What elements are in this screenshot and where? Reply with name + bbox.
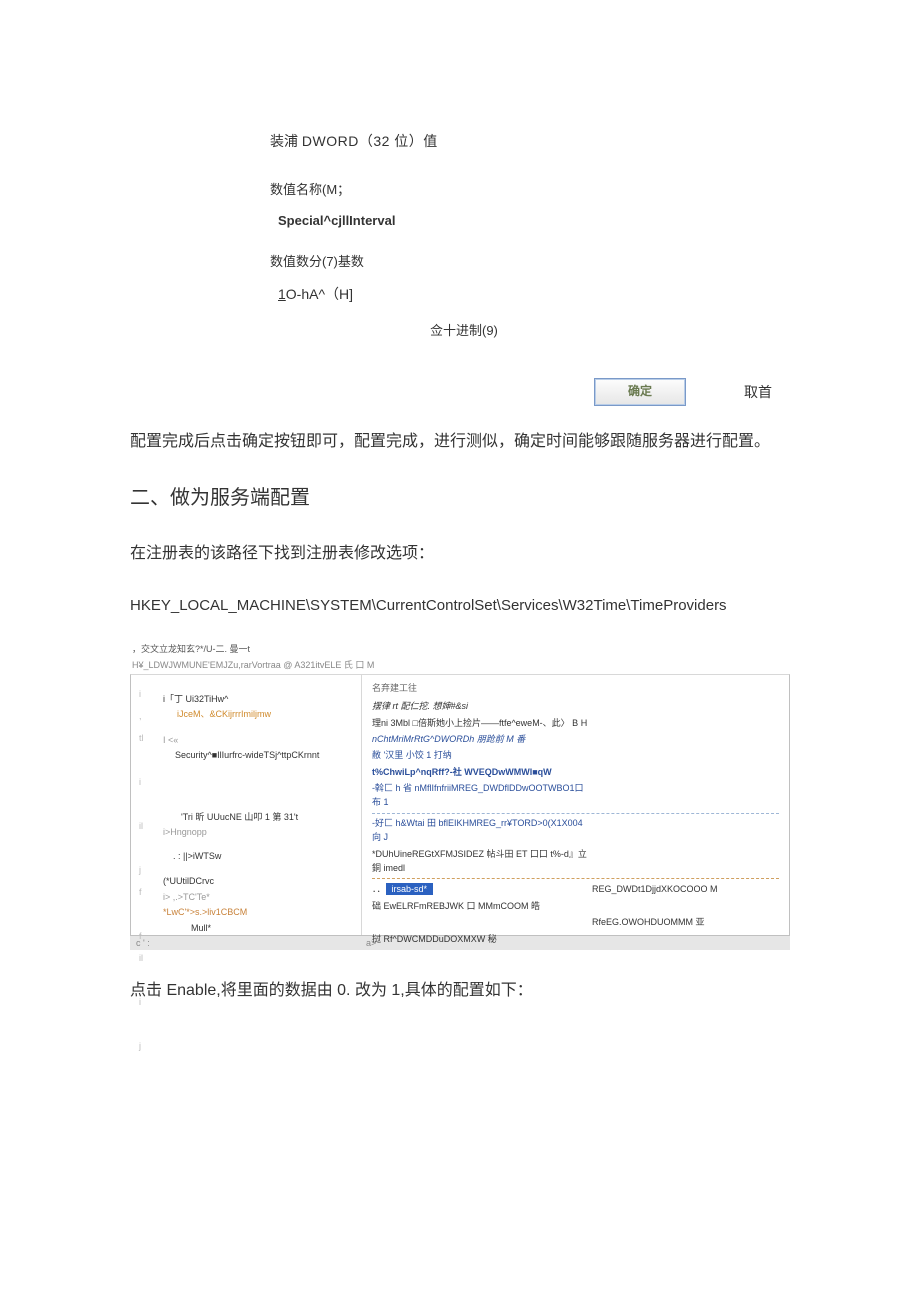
tree-item[interactable]: Mull*: [191, 922, 361, 936]
tree-item[interactable]: 'Tri 昕 UUucNE 山叩 1 第 31't: [181, 811, 361, 825]
tree-item[interactable]: Security^■IlIurfrc-wideTSj^ttpCKrnnt: [175, 749, 361, 763]
reg-cell: *DUhUineREGtXFMJSIDEZ 帖斗田 ET 口口 t%-d』立銅 …: [372, 847, 592, 876]
reg-values-panel[interactable]: 名弃建工往 摆律 rt 配仁挖. 想婶#&si 理ni 3Mbl □倍斯她小上捡…: [362, 675, 789, 935]
heading-server-config: 二、做为服务端配置: [130, 482, 790, 514]
value-name-field[interactable]: Special^cjllInterval: [278, 211, 790, 232]
ok-button[interactable]: 确定: [594, 378, 686, 406]
reg-selected-name: irsab-sd*: [386, 883, 434, 895]
tree-item[interactable]: . : ||>iWTSw: [173, 850, 361, 864]
tree-expand-marks: i,tliiljffilij: [139, 683, 155, 927]
value-data-underline: 1: [278, 286, 286, 302]
reg-cell: 础 EwELRFmREBJWK 口 MMmCOOM 皓: [372, 899, 592, 913]
reg-cell: 理ni 3Mbl □倍斯她小上捡片——ftfe^eweM-、此〉 B H: [372, 716, 592, 730]
reg-cell: -斡匚 h 省 nMflIfnfriiMREG_DWDflDDwOOTWBO1口…: [372, 781, 592, 810]
reg-selected-type: REG_DWDt1DjjdXKOCOOO M: [592, 882, 772, 896]
reg-cell: t%ChwiLp^nqRff?-社 WVEQDwWMWl■qW: [372, 765, 592, 779]
reg-caption-text: ，交文立龙知玄?*/U-二. 曼一t: [132, 644, 250, 654]
reg-status-left: c ' :: [130, 936, 166, 950]
value-name-label: 数值名称(M；: [270, 180, 790, 201]
paragraph-find-reg: 在注册表的该路径下找到注册表修改选项：: [130, 538, 790, 570]
tree-item[interactable]: I <«: [163, 734, 361, 748]
tree-item[interactable]: *LwC'*>s.>liv1CBCM: [163, 906, 361, 920]
tree-item[interactable]: i> ,.>TC'Te*: [163, 891, 361, 905]
dialog-title-pre: 装浦: [270, 133, 302, 149]
dialog-title: 装浦 DWORD（32 位）值: [270, 130, 790, 152]
reg-cell: -好匚 h&Wtai 田 bflEIKHMREG_rr¥TORD>0(X1X00…: [372, 816, 592, 845]
value-data-rest: O-hA^（H]: [286, 286, 353, 302]
reg-cell: nChtMriMrRtG^DWORDh 朋跄前 M 番: [372, 732, 592, 746]
reg-cell: 挝 Rf^DWCMDDuDOXMXW 秘: [372, 932, 592, 946]
reg-col-header: 名弃建工往: [372, 681, 779, 695]
cancel-button[interactable]: 取首: [744, 381, 772, 403]
tree-item[interactable]: iJceM、&CKijrrrImiljmw: [177, 708, 361, 722]
tree-item[interactable]: i「丁 Ui32TiHw^: [163, 693, 361, 707]
reg-row-selected[interactable]: ．．irsab-sd* REG_DWDt1DjjdXKOCOOO M: [372, 882, 779, 896]
paragraph-config-done: 配置完成后点击确定按钮即可，配置完成，进行测似，确定时间能够跟随服务器进行配置。: [130, 426, 790, 458]
reg-menu-bar: H¥_LDWJWMUNE'EMJZu,rarVortraa @ A321itvE…: [132, 658, 790, 672]
radix-decimal-option[interactable]: 佥十进制(9): [430, 321, 790, 342]
reg-cell: RfeEG.OWOHDUOMMM 亚: [592, 915, 772, 929]
registry-path: HKEY_LOCAL_MACHINE\SYSTEM\CurrentControl…: [130, 594, 790, 618]
value-data-field[interactable]: 1O-hA^（H]: [278, 283, 790, 305]
reg-caption: ，交文立龙知玄?*/U-二. 曼一t: [132, 642, 790, 656]
reg-cell: 敝 '汉里 小饺 1 打纳: [372, 748, 592, 762]
reg-cell: 摆律 rt 配仁挖. 想婶#&si: [372, 699, 592, 713]
reg-tree-panel[interactable]: i,tliiljffilij i「丁 Ui32TiHw^ iJceM、&CKij…: [131, 675, 362, 935]
paragraph-enable: 点击 Enable,将里面的数据由 0. 改为 1,具体的配置如下：: [130, 978, 790, 1004]
dialog-title-en: DWORD（32 位）值: [302, 133, 438, 149]
value-data-label: 数值数分(7)基数: [270, 252, 790, 273]
tree-item[interactable]: (*UUtilDCrvc: [163, 875, 361, 889]
edit-dword-dialog: 装浦 DWORD（32 位）值 数值名称(M； Special^cjllInte…: [130, 130, 790, 406]
registry-editor-screenshot: ，交文立龙知玄?*/U-二. 曼一t H¥_LDWJWMUNE'EMJZu,ra…: [130, 642, 790, 950]
tree-item[interactable]: i>Hngnopp: [163, 826, 361, 840]
